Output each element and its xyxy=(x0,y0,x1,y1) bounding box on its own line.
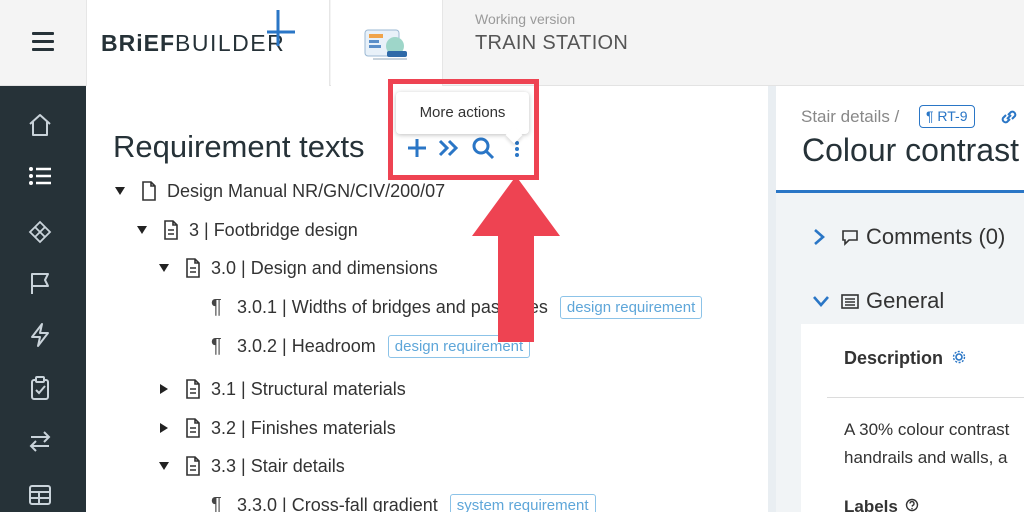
requirement-type-tag: system requirement xyxy=(449,493,596,512)
tree-node-label: 3 | Footbridge design xyxy=(189,219,358,240)
description-text-line-2: handrails and walls, a xyxy=(844,448,1008,467)
description-text-line-1: A 30% colour contrast xyxy=(844,420,1010,439)
details-panel: Stair details / ¶ RT-9 Colour contrast C… xyxy=(776,86,1024,512)
requirement-type-tag: design requirement xyxy=(559,295,703,319)
tree-node-req-3-3-0[interactable]: ¶ 3.3.0 | Cross-fall gradient system req… xyxy=(211,490,596,512)
brand-logo[interactable]: BRiEFBUILDER xyxy=(86,0,330,86)
breadcrumb[interactable]: Stair details / xyxy=(801,107,899,127)
brand-cross-icon xyxy=(267,10,295,46)
tree-node-label: 3.2 | Finishes materials xyxy=(211,417,396,438)
brand-wordmark: BRiEFBUILDER xyxy=(101,30,286,56)
paragraph-icon: ¶ xyxy=(211,334,222,357)
tree-node-section-3-0[interactable]: 3.0 | Design and dimensions xyxy=(157,253,438,283)
reference-tag[interactable]: ¶ RT-9 xyxy=(919,105,975,128)
chevron-right-icon xyxy=(814,229,825,245)
document-icon xyxy=(142,181,156,201)
document-icon xyxy=(186,418,200,438)
comments-section-toggle[interactable]: Comments (0) xyxy=(812,222,1005,252)
divider-line xyxy=(827,397,1024,398)
panel-divider[interactable] xyxy=(768,86,776,512)
comment-icon xyxy=(842,230,858,246)
chevron-down-icon xyxy=(813,296,829,307)
link-icon[interactable] xyxy=(998,108,1020,126)
list-icon[interactable] xyxy=(27,163,53,189)
annotation-arrow-icon xyxy=(472,176,560,342)
flag-icon[interactable] xyxy=(27,270,53,296)
details-title: Colour contrast xyxy=(802,132,1019,168)
help-circle-icon[interactable] xyxy=(905,498,919,512)
details-header: Stair details / ¶ RT-9 Colour contrast xyxy=(776,86,1024,193)
project-image-icon xyxy=(364,29,407,60)
tree-node-label: 3.1 | Structural materials xyxy=(211,378,406,399)
paragraph-icon: ¶ xyxy=(211,493,222,512)
left-sidebar xyxy=(0,86,86,512)
tree-node-chapter-3[interactable]: 3 | Footbridge design xyxy=(135,215,358,245)
caret-right-icon[interactable] xyxy=(157,421,171,435)
tree-node-section-3-3[interactable]: 3.3 | Stair details xyxy=(157,451,345,481)
tree-node-label: 3.3 | Stair details xyxy=(211,455,345,476)
general-label: General xyxy=(866,288,945,313)
tree-node-root[interactable]: Design Manual NR/GN/CIV/200/07 xyxy=(113,176,445,206)
paragraph-icon: ¶ xyxy=(211,295,222,318)
labels-label: Labels xyxy=(844,497,919,512)
hamburger-menu-icon[interactable] xyxy=(32,32,54,52)
description-label: Description xyxy=(844,348,966,369)
table-icon[interactable] xyxy=(27,482,53,508)
comments-label: Comments (0) xyxy=(866,224,1006,249)
caret-down-icon[interactable] xyxy=(113,184,127,198)
general-section-toggle[interactable]: General xyxy=(812,286,944,316)
tree-node-label: 3.3.0 | Cross-fall gradient xyxy=(237,494,438,512)
project-title: TRAIN STATION xyxy=(475,32,629,54)
caret-down-icon[interactable] xyxy=(157,261,171,275)
home-icon[interactable] xyxy=(27,112,53,138)
caret-down-icon[interactable] xyxy=(135,223,149,237)
tree-node-label: 3.0.2 | Headroom xyxy=(237,335,376,356)
panel-title: Requirement texts xyxy=(113,129,365,164)
tree-node-label: Design Manual NR/GN/CIV/200/07 xyxy=(167,180,446,201)
settings-gear-icon[interactable] xyxy=(952,350,966,364)
components-icon[interactable] xyxy=(27,219,53,245)
caret-down-icon[interactable] xyxy=(157,459,171,473)
document-icon xyxy=(164,220,178,240)
project-thumbnail[interactable] xyxy=(331,0,443,86)
document-icon xyxy=(186,258,200,278)
lightning-icon[interactable] xyxy=(27,322,53,348)
tree-node-section-3-1[interactable]: 3.1 | Structural materials xyxy=(157,374,406,404)
caret-right-icon[interactable] xyxy=(157,382,171,396)
clipboard-check-icon[interactable] xyxy=(27,375,53,401)
arrows-swap-icon[interactable] xyxy=(27,428,53,454)
tree-node-section-3-2[interactable]: 3.2 | Finishes materials xyxy=(157,413,396,443)
document-icon xyxy=(186,379,200,399)
general-card: Description A 30% colour contrast handra… xyxy=(801,324,1024,512)
document-icon xyxy=(186,456,200,476)
highlight-box xyxy=(388,79,539,180)
list-box-icon xyxy=(841,294,859,309)
tree-node-req-3-0-1[interactable]: ¶ 3.0.1 | Widths of bridges and passages… xyxy=(211,292,703,322)
working-version-label: Working version xyxy=(475,11,576,27)
tree-node-label: 3.0 | Design and dimensions xyxy=(211,257,438,278)
top-header: BRiEFBUILDER Working version TRAIN STATI… xyxy=(0,0,1024,86)
